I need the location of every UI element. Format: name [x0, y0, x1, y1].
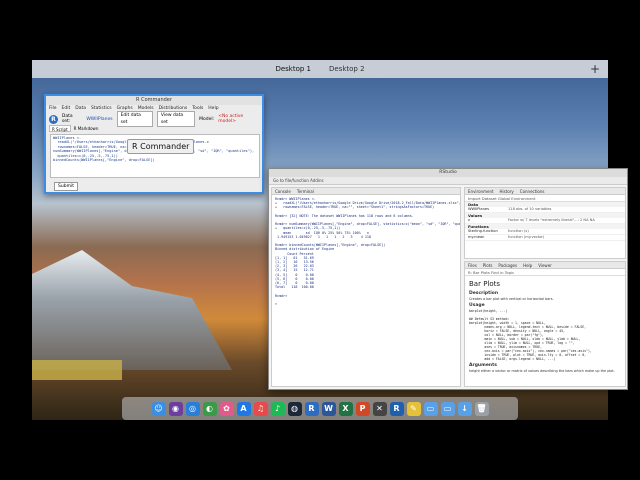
env-row-value: function (my.vector): [508, 235, 545, 239]
tab-connections[interactable]: Connections: [520, 188, 545, 194]
dataset-selector[interactable]: WWIIPlanes: [86, 117, 112, 122]
view-dataset-button[interactable]: View data set: [156, 111, 196, 127]
mountain-left: [32, 250, 232, 370]
xquartz-icon[interactable]: ✕: [372, 401, 387, 416]
tab-packages[interactable]: Packages: [498, 262, 517, 268]
help-arguments-heading: Arguments: [469, 363, 497, 369]
tab-terminal[interactable]: Terminal: [297, 188, 314, 194]
env-row-name: x: [468, 218, 471, 222]
rcmdr-toolbar: R Data set: WWIIPlanes Edit data set Vie…: [46, 111, 262, 127]
help-description-text: Creates a bar plot with vertical or hori…: [469, 297, 554, 301]
music-icon[interactable]: ♫: [253, 401, 268, 416]
chrome-icon[interactable]: ◐: [202, 401, 217, 416]
appstore-icon[interactable]: A: [236, 401, 251, 416]
help-arguments-text: height either a vector or matrix of valu…: [469, 369, 615, 374]
env-row[interactable]: my.mean function (my.vector): [465, 235, 625, 241]
help-pane[interactable]: Files Plots Packages Help Viewer R: Bar …: [464, 261, 626, 387]
r-logo-icon: R: [49, 114, 58, 124]
downloads-icon[interactable]: ↓: [457, 401, 472, 416]
dock: ☺ ◉ ◎ ◐ ✿ A ♫ ♪ ◍ R W X P ✕ R ✎ ▭ ▭ ↓ 🗑: [122, 397, 518, 420]
help-content: Bar Plots Description Creates a bar plot…: [465, 276, 625, 375]
siri-icon[interactable]: ◉: [168, 401, 183, 416]
console-tabs: Console Terminal: [272, 188, 460, 195]
trash-icon[interactable]: 🗑: [474, 401, 489, 416]
rcmdr-menu-bar: File Edit Data Statistics Graphs Models …: [46, 105, 262, 113]
help-usage-heading: Usage: [469, 303, 485, 309]
env-row-name: Sterling.function: [468, 229, 498, 233]
folder-icon-2[interactable]: ▭: [440, 401, 455, 416]
space-tab-desktop-1[interactable]: Desktop 1: [275, 65, 311, 73]
rcmdr-menu-file[interactable]: File: [49, 105, 57, 113]
rcmdr-script-tabs: R Script R Markdown: [46, 125, 262, 132]
environment-pane[interactable]: Environment History Connections Import D…: [464, 187, 626, 259]
tab-environment[interactable]: Environment: [468, 188, 494, 194]
rcmdr-dock-tooltip: R Commander: [127, 139, 195, 154]
console-output[interactable]: Rcmdr> WWIIPlanes <- + readXL("/Users/et…: [272, 195, 460, 385]
env-row-value: function (x): [508, 229, 529, 233]
help-title: Bar Plots: [469, 280, 501, 288]
powerpoint-icon[interactable]: P: [355, 401, 370, 416]
lake: [32, 360, 122, 380]
safari-icon[interactable]: ◎: [185, 401, 200, 416]
help-description-heading: Description: [469, 291, 499, 296]
environment-toolbar[interactable]: Import Dataset Global Environment: [465, 195, 625, 202]
rcmdr-menu-data[interactable]: Data: [75, 105, 86, 113]
mission-control-spaces-bar: Desktop 1 Desktop 2 +: [32, 60, 608, 78]
tab-viewer[interactable]: Viewer: [538, 262, 552, 268]
dataset-label: Data set:: [61, 114, 73, 124]
env-row-value: Factor w/ 7 levels "extremely liberal",.…: [508, 218, 595, 222]
rstudio-title-bar[interactable]: RStudio: [269, 169, 627, 177]
rstudio-toolbar[interactable]: Go to file/function Addins: [269, 177, 627, 185]
environment-tabs: Environment History Connections: [465, 188, 625, 195]
env-row-name: WWIIPlanes: [468, 207, 489, 211]
help-usage-code: barplot(height, ...) ## Default S3 metho…: [469, 309, 592, 362]
rcmdr-menu-edit[interactable]: Edit: [62, 105, 71, 113]
photos-icon[interactable]: ✿: [219, 401, 234, 416]
steam-icon[interactable]: ◍: [287, 401, 302, 416]
spotify-icon[interactable]: ♪: [270, 401, 285, 416]
rcmdr-menu-statistics[interactable]: Statistics: [91, 105, 112, 113]
add-space-button[interactable]: +: [590, 62, 600, 76]
model-selector[interactable]: <No active model>: [218, 114, 262, 124]
r-icon-2[interactable]: R: [389, 401, 404, 416]
model-label: Model:: [199, 116, 215, 122]
tab-help[interactable]: Help: [523, 262, 532, 268]
tab-r-markdown[interactable]: R Markdown: [74, 125, 99, 132]
tab-r-script[interactable]: R Script: [49, 125, 71, 132]
tab-console[interactable]: Console: [275, 188, 291, 194]
folder-icon[interactable]: ▭: [423, 401, 438, 416]
env-row-value: 118 obs. of 10 variables: [508, 207, 552, 211]
space-tab-desktop-2[interactable]: Desktop 2: [329, 65, 365, 73]
finder-icon[interactable]: ☺: [151, 401, 166, 416]
notes-icon[interactable]: ✎: [406, 401, 421, 416]
tab-plots[interactable]: Plots: [483, 262, 493, 268]
tab-files[interactable]: Files: [468, 262, 477, 268]
rstudio-window[interactable]: RStudio Go to file/function Addins Conso…: [268, 168, 628, 390]
excel-icon[interactable]: X: [338, 401, 353, 416]
tab-history[interactable]: History: [500, 188, 514, 194]
word-icon[interactable]: W: [321, 401, 336, 416]
rcmdr-title-bar[interactable]: R Commander: [46, 96, 262, 105]
r-icon[interactable]: R: [304, 401, 319, 416]
edit-dataset-button[interactable]: Edit data set: [116, 111, 153, 127]
console-pane[interactable]: Console Terminal Rcmdr> WWIIPlanes <- + …: [271, 187, 461, 387]
help-tabs: Files Plots Packages Help Viewer: [465, 262, 625, 269]
env-row-name: my.mean: [468, 235, 485, 239]
screen: Desktop 1 Desktop 2 + R Commander File E…: [0, 0, 640, 480]
help-toolbar[interactable]: R: Bar Plots Find in Topic: [465, 269, 625, 276]
submit-button[interactable]: Submit: [54, 182, 78, 191]
rcmdr-menu-help[interactable]: Help: [208, 105, 218, 113]
